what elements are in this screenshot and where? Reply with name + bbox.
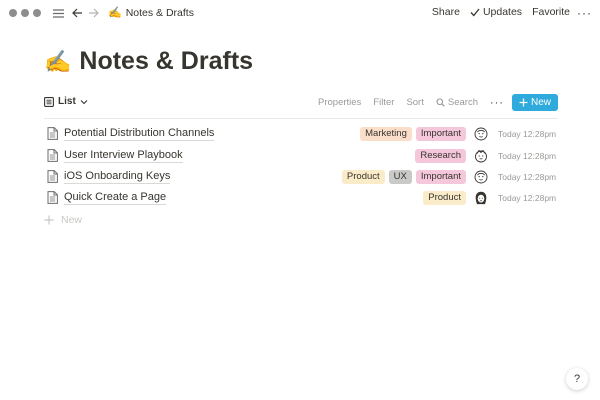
breadcrumb[interactable]: ✍️ Notes & Drafts — [108, 6, 194, 20]
window-controls — [9, 9, 41, 17]
created-date: Today 12:28pm — [498, 171, 557, 182]
created-date: Today 12:28pm — [498, 192, 557, 203]
page-icon — [46, 127, 58, 141]
search-label: Search — [447, 97, 478, 108]
page-name[interactable]: User Interview Playbook — [64, 149, 183, 163]
more-options-icon[interactable]: ··· — [577, 6, 592, 20]
tag-list: Research — [415, 148, 466, 163]
avatar — [474, 170, 488, 184]
avatar — [474, 127, 488, 141]
share-button[interactable]: Share — [432, 6, 460, 18]
toolbar-divider — [44, 118, 558, 119]
view-switcher[interactable]: List — [44, 96, 88, 107]
page-title-text[interactable]: Notes & Drafts — [79, 47, 253, 76]
new-button-label: New — [530, 97, 551, 108]
document-icon — [47, 191, 58, 204]
properties-button[interactable]: Properties — [312, 94, 367, 111]
add-new-row-button[interactable]: New — [44, 211, 82, 229]
sidebar-menu-icon[interactable] — [51, 5, 65, 21]
zoom-window-button[interactable] — [33, 9, 41, 17]
list-item[interactable]: iOS Onboarding Keys Product UX Important Tod… — [44, 166, 558, 187]
close-window-button[interactable] — [9, 9, 17, 17]
page-icon — [46, 170, 58, 184]
checkmark-icon — [470, 8, 480, 16]
document-icon — [47, 170, 58, 183]
list-item[interactable]: Quick Create a Page Product Today 12:28pm — [44, 187, 558, 208]
view-name: List — [58, 96, 76, 107]
page-name[interactable]: iOS Onboarding Keys — [64, 170, 171, 184]
new-button[interactable]: New — [511, 94, 558, 111]
sort-button[interactable]: Sort — [400, 94, 429, 111]
tag-badge: Product — [341, 169, 385, 184]
add-new-row-label: New — [61, 214, 83, 226]
avatar — [474, 191, 488, 205]
tag-badge: Marketing — [360, 126, 412, 141]
document-icon — [47, 127, 58, 140]
page-emoji-icon: ✍️ — [108, 7, 122, 19]
view-toolbar: List Properties Filter Sort Search ··· N… — [44, 94, 558, 114]
tag-list: Product UX Important — [341, 169, 466, 184]
back-arrow-icon[interactable] — [70, 5, 84, 21]
favorite-button[interactable]: Favorite — [532, 6, 570, 18]
created-date: Today 12:28pm — [498, 150, 557, 161]
search-icon — [436, 98, 445, 107]
page-icon — [46, 191, 58, 205]
page-title: ✍️ Notes & Drafts — [44, 47, 253, 76]
page-icon — [46, 149, 58, 163]
breadcrumb-title: Notes & Drafts — [125, 6, 194, 19]
list-item[interactable]: Potential Distribution Channels Marketing… — [44, 123, 558, 144]
plus-icon — [519, 98, 528, 107]
tag-badge: Product — [423, 190, 466, 205]
tag-badge: Research — [415, 148, 466, 163]
page-name[interactable]: Quick Create a Page — [64, 191, 167, 205]
created-date: Today 12:28pm — [498, 128, 557, 139]
list-item[interactable]: User Interview Playbook Research Today 12:… — [44, 145, 558, 166]
forward-arrow-icon[interactable] — [86, 5, 100, 21]
tag-badge: Important — [415, 126, 466, 141]
tag-list: Marketing Important — [360, 126, 466, 141]
page-name[interactable]: Potential Distribution Channels — [64, 127, 215, 141]
tag-badge: UX — [388, 169, 412, 184]
plus-icon — [44, 215, 54, 225]
view-more-button[interactable]: ··· — [484, 95, 510, 111]
updates-label: Updates — [482, 6, 523, 18]
page-emoji-icon[interactable]: ✍️ — [44, 49, 71, 75]
tag-list: Product — [423, 190, 466, 205]
updates-button[interactable]: Updates — [470, 6, 522, 18]
filter-button[interactable]: Filter — [367, 94, 400, 111]
search-button[interactable]: Search — [430, 94, 484, 111]
help-button[interactable]: ? — [566, 368, 588, 390]
avatar — [474, 149, 488, 163]
chevron-down-icon — [80, 99, 88, 104]
document-icon — [47, 149, 58, 162]
list-view-icon — [44, 96, 54, 107]
top-bar: ✍️ Notes & Drafts Share Updates Favorite… — [0, 0, 600, 26]
tag-badge: Important — [415, 169, 466, 184]
minimize-window-button[interactable] — [21, 9, 29, 17]
